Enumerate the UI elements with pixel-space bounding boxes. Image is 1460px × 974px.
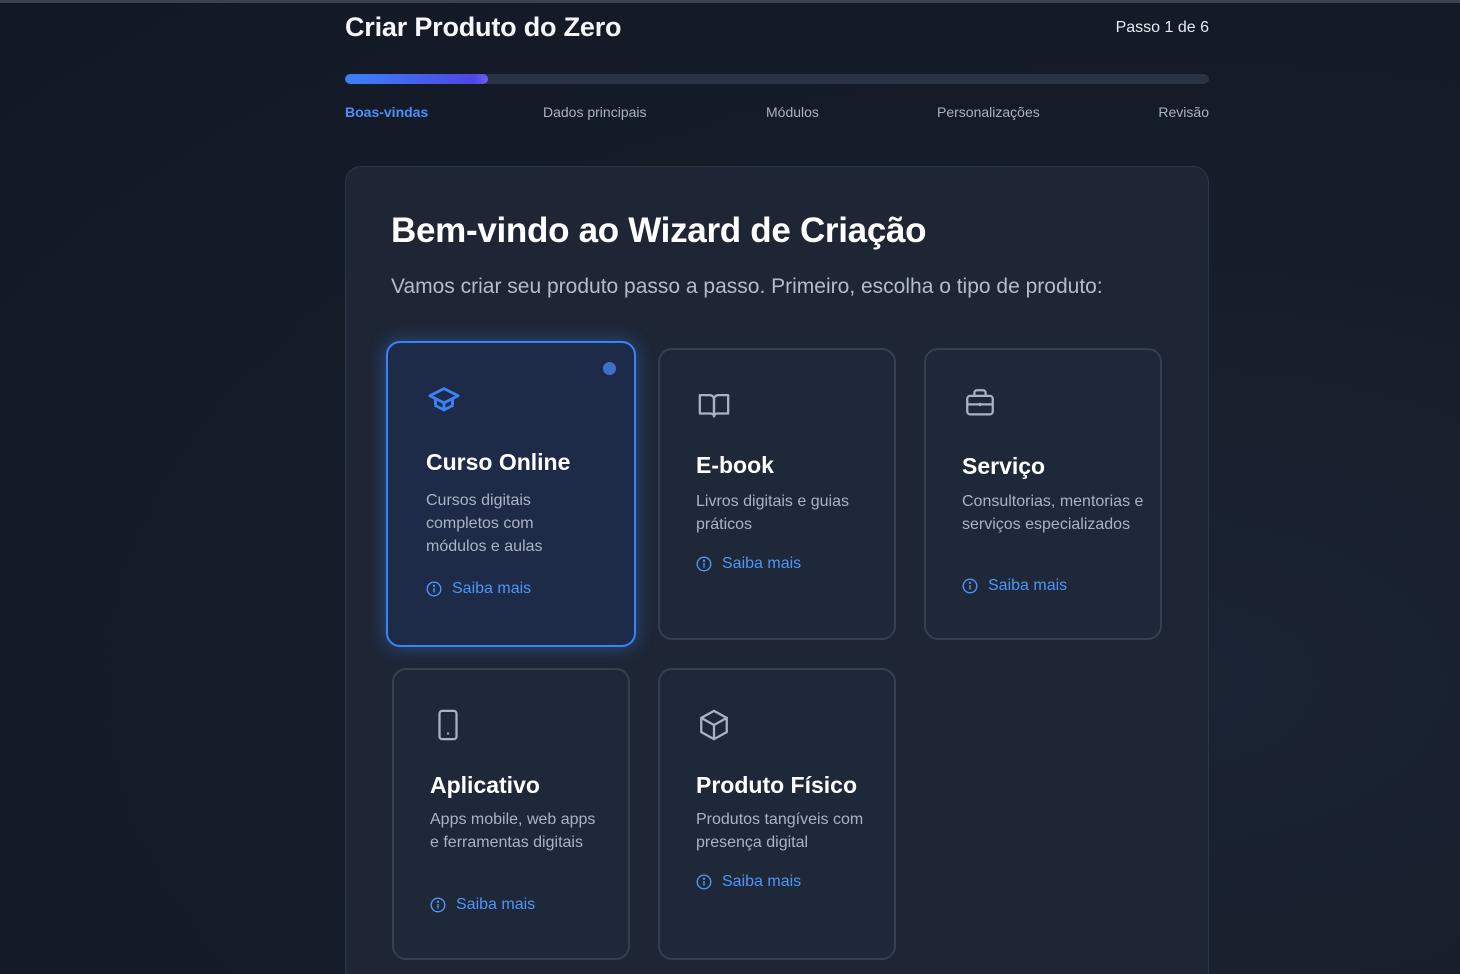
- selected-indicator: [603, 362, 616, 375]
- product-type-card-ebook[interactable]: E-book Livros digitais e guias práticos …: [658, 348, 896, 640]
- step-dados-principais[interactable]: Dados principais: [543, 104, 647, 120]
- step-revisao[interactable]: Revisão: [1158, 104, 1209, 120]
- learn-more-link[interactable]: Saiba mais: [962, 577, 1067, 595]
- step-counter: Passo 1 de 6: [1115, 19, 1209, 36]
- learn-more-label: Saiba mais: [456, 896, 536, 913]
- card-description: Livros digitais e guias práticos: [696, 493, 849, 533]
- product-type-card-aplicativo[interactable]: Aplicativo Apps mobile, web apps e ferra…: [392, 668, 630, 960]
- wizard-steps: Boas-vindas Dados principais Módulos Per…: [345, 104, 1209, 124]
- card-title: Serviço: [962, 453, 1046, 479]
- briefcase-icon: [963, 386, 997, 420]
- info-icon: [426, 581, 442, 597]
- welcome-title: Bem-vindo ao Wizard de Criação: [391, 211, 927, 250]
- card-title: Aplicativo: [430, 772, 540, 798]
- info-icon: [696, 874, 712, 890]
- product-type-card-servico[interactable]: Serviço Consultorias, mentorias e serviç…: [924, 348, 1162, 640]
- card-description: Consultorias, mentorias e serviços espec…: [962, 493, 1144, 533]
- wizard: Criar Produto do Zero Passo 1 de 6 Boas-…: [345, 0, 1209, 974]
- card-description: Produtos tangíveis com presença digital: [696, 811, 864, 851]
- learn-more-label: Saiba mais: [722, 873, 802, 890]
- card-description: Apps mobile, web apps e ferramentas digi…: [430, 811, 596, 851]
- learn-more-link[interactable]: Saiba mais: [426, 580, 531, 598]
- card-title: E-book: [696, 452, 774, 478]
- package-icon: [697, 708, 731, 742]
- progress-bar-fill: [345, 74, 488, 84]
- learn-more-label: Saiba mais: [452, 580, 532, 597]
- step-boas-vindas[interactable]: Boas-vindas: [345, 104, 428, 120]
- product-type-card-produto-fisico[interactable]: Produto Físico Produtos tangíveis com pr…: [658, 668, 896, 960]
- step-modulos[interactable]: Módulos: [766, 104, 819, 120]
- info-icon: [430, 897, 446, 913]
- graduation-cap-icon: [427, 383, 461, 417]
- info-icon: [696, 556, 712, 572]
- welcome-subtitle: Vamos criar seu produto passo a passo. P…: [391, 275, 1103, 298]
- card-title: Curso Online: [426, 449, 571, 475]
- card-description: Cursos digitais completos com módulos e …: [426, 492, 543, 555]
- learn-more-link[interactable]: Saiba mais: [696, 873, 801, 891]
- page-title: Criar Produto do Zero: [345, 12, 622, 42]
- learn-more-label: Saiba mais: [722, 555, 802, 572]
- learn-more-link[interactable]: Saiba mais: [696, 555, 801, 573]
- smartphone-icon: [431, 708, 465, 742]
- book-icon: [697, 388, 731, 422]
- welcome-panel: Bem-vindo ao Wizard de Criação Vamos cri…: [345, 166, 1209, 974]
- info-icon: [962, 578, 978, 594]
- learn-more-link[interactable]: Saiba mais: [430, 896, 535, 914]
- learn-more-label: Saiba mais: [988, 577, 1068, 594]
- step-personalizacoes[interactable]: Personalizações: [937, 104, 1040, 120]
- wizard-header: Criar Produto do Zero Passo 1 de 6: [345, 0, 1209, 60]
- card-title: Produto Físico: [696, 772, 857, 798]
- product-type-card-curso-online[interactable]: Curso Online Cursos digitais completos c…: [386, 341, 636, 647]
- progress-bar: [345, 74, 1209, 84]
